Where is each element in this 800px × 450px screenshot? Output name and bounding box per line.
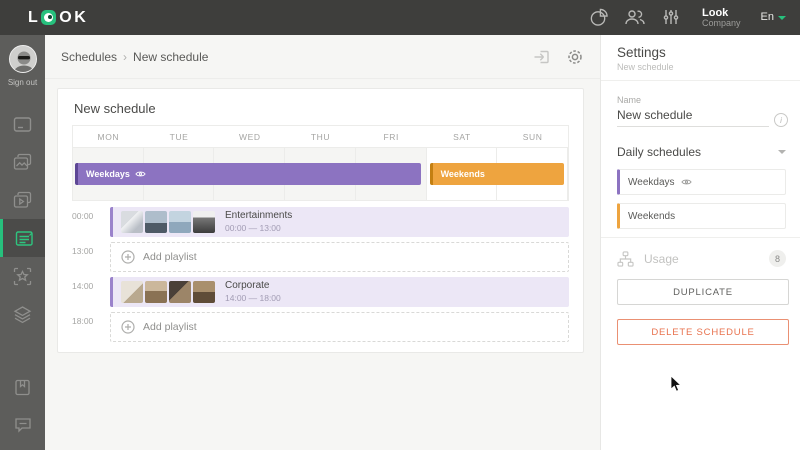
info-icon[interactable]: i bbox=[774, 113, 788, 127]
sidebar-item-screens[interactable] bbox=[0, 105, 45, 143]
duplicate-button[interactable]: DUPLICATE bbox=[617, 279, 789, 305]
users-icon[interactable] bbox=[624, 8, 646, 26]
logo-eye-icon bbox=[41, 10, 56, 25]
chevron-down-icon bbox=[778, 150, 786, 154]
sidebar-item-playlists[interactable] bbox=[0, 181, 45, 219]
daily-schedules-section[interactable]: Daily schedules bbox=[601, 127, 800, 159]
name-input[interactable] bbox=[617, 105, 769, 127]
logo-letter: O bbox=[59, 9, 72, 27]
eye-icon bbox=[135, 170, 146, 178]
sidebar-item-apps[interactable] bbox=[0, 257, 45, 295]
timeline: 00:00 Entertainments 00:00 — 13:00 13:00 bbox=[72, 207, 569, 342]
look-logo[interactable]: L O K bbox=[28, 9, 86, 27]
breadcrumb-separator: › bbox=[123, 50, 127, 64]
breadcrumb-schedules[interactable]: Schedules bbox=[61, 50, 117, 64]
timeline-row: 14:00 Corporate 14:00 — 18:00 bbox=[72, 277, 569, 307]
export-schedule-icon[interactable] bbox=[533, 48, 551, 66]
playlist-entertainments[interactable]: Entertainments 00:00 — 13:00 bbox=[110, 207, 569, 237]
playlist-thumbnails bbox=[121, 211, 215, 233]
playlist-name: Entertainments bbox=[225, 210, 292, 223]
account-menu[interactable]: Look Company bbox=[702, 7, 741, 29]
time-label: 00:00 bbox=[72, 207, 110, 237]
breadcrumb-current: New schedule bbox=[133, 50, 208, 64]
day-label: THU bbox=[285, 126, 356, 147]
day-label: WED bbox=[214, 126, 285, 147]
timeline-row: 00:00 Entertainments 00:00 — 13:00 bbox=[72, 207, 569, 237]
daily-schedule-label: Weekdays bbox=[628, 177, 675, 188]
analytics-pie-icon[interactable] bbox=[589, 8, 608, 27]
support-chat-icon[interactable] bbox=[0, 406, 45, 444]
schedule-card: New schedule MON TUE WED THU FRI SAT SUN bbox=[57, 88, 584, 353]
week-grid[interactable]: Weekdays Weekends bbox=[73, 148, 568, 200]
logo-letter: L bbox=[28, 9, 38, 27]
daily-schedules-label: Daily schedules bbox=[617, 145, 701, 159]
day-label: TUE bbox=[144, 126, 215, 147]
daily-schedule-weekdays[interactable]: Weekdays bbox=[617, 169, 786, 195]
sidebar-item-schedules[interactable] bbox=[0, 219, 45, 257]
usage-section[interactable]: Usage 8 bbox=[601, 238, 800, 271]
weekends-bar[interactable]: Weekends bbox=[430, 163, 564, 185]
timeline-row: 13:00 Add playlist bbox=[72, 242, 569, 272]
plus-circle-icon bbox=[121, 320, 135, 334]
settings-subtitle: New schedule bbox=[617, 62, 784, 72]
day-label: SUN bbox=[497, 126, 568, 147]
sidebar-item-layers[interactable] bbox=[0, 295, 45, 333]
time-label: 18:00 bbox=[72, 312, 110, 342]
week-view: MON TUE WED THU FRI SAT SUN Weekdays bbox=[72, 125, 569, 201]
week-day-header: MON TUE WED THU FRI SAT SUN bbox=[73, 126, 568, 148]
usage-label: Usage bbox=[644, 252, 679, 266]
weekends-bar-label: Weekends bbox=[441, 169, 485, 179]
settings-title: Settings bbox=[617, 45, 784, 60]
name-field-group: Name i bbox=[601, 81, 800, 127]
add-playlist-label: Add playlist bbox=[143, 251, 197, 263]
account-name: Look bbox=[702, 7, 741, 19]
settings-header: Settings New schedule bbox=[601, 35, 800, 81]
time-label: 14:00 bbox=[72, 277, 110, 307]
sitemap-icon bbox=[617, 251, 634, 267]
playlist-time-range: 14:00 — 18:00 bbox=[225, 293, 281, 304]
add-playlist-label: Add playlist bbox=[143, 321, 197, 333]
timeline-row: 18:00 Add playlist bbox=[72, 312, 569, 342]
day-label: FRI bbox=[356, 126, 427, 147]
day-label: MON bbox=[73, 126, 144, 147]
time-label: 13:00 bbox=[72, 242, 110, 272]
playlist-time-range: 00:00 — 13:00 bbox=[225, 223, 292, 234]
settings-sliders-icon[interactable] bbox=[662, 8, 680, 26]
playlist-corporate[interactable]: Corporate 14:00 — 18:00 bbox=[110, 277, 569, 307]
day-label: SAT bbox=[427, 126, 498, 147]
usage-count-badge: 8 bbox=[769, 250, 786, 267]
playlist-name: Corporate bbox=[225, 280, 281, 293]
account-type: Company bbox=[702, 19, 741, 29]
daily-schedule-label: Weekends bbox=[628, 211, 675, 222]
main-area: Schedules › New schedule New schedule MO… bbox=[45, 35, 600, 450]
schedule-title: New schedule bbox=[74, 101, 569, 116]
settings-panel: Settings New schedule Name i Daily sched… bbox=[600, 35, 800, 450]
add-playlist-button[interactable]: Add playlist bbox=[110, 242, 569, 272]
breadcrumb: Schedules › New schedule bbox=[45, 35, 600, 79]
language-label: En bbox=[761, 11, 774, 23]
left-sidebar: Sign out bbox=[0, 35, 45, 450]
delete-schedule-button[interactable]: DELETE SCHEDULE bbox=[617, 319, 789, 345]
daily-schedule-weekends[interactable]: Weekends bbox=[617, 203, 786, 229]
logo-letter: K bbox=[74, 9, 86, 27]
playlist-thumbnails bbox=[121, 281, 215, 303]
avatar[interactable] bbox=[9, 45, 37, 73]
plus-circle-icon bbox=[121, 250, 135, 264]
knowledge-base-icon[interactable] bbox=[0, 368, 45, 406]
gear-icon[interactable] bbox=[566, 48, 584, 66]
sign-out-label[interactable]: Sign out bbox=[8, 78, 37, 87]
top-bar: L O K Look Company bbox=[0, 0, 800, 35]
chevron-down-icon bbox=[778, 16, 786, 20]
eye-icon bbox=[681, 178, 692, 186]
language-selector[interactable]: En bbox=[761, 11, 786, 23]
sidebar-item-media[interactable] bbox=[0, 143, 45, 181]
add-playlist-button[interactable]: Add playlist bbox=[110, 312, 569, 342]
weekdays-bar-label: Weekdays bbox=[86, 169, 130, 179]
weekdays-bar[interactable]: Weekdays bbox=[75, 163, 421, 185]
daily-schedules-list: Weekdays Weekends bbox=[601, 159, 800, 229]
name-field-label: Name bbox=[617, 95, 786, 105]
